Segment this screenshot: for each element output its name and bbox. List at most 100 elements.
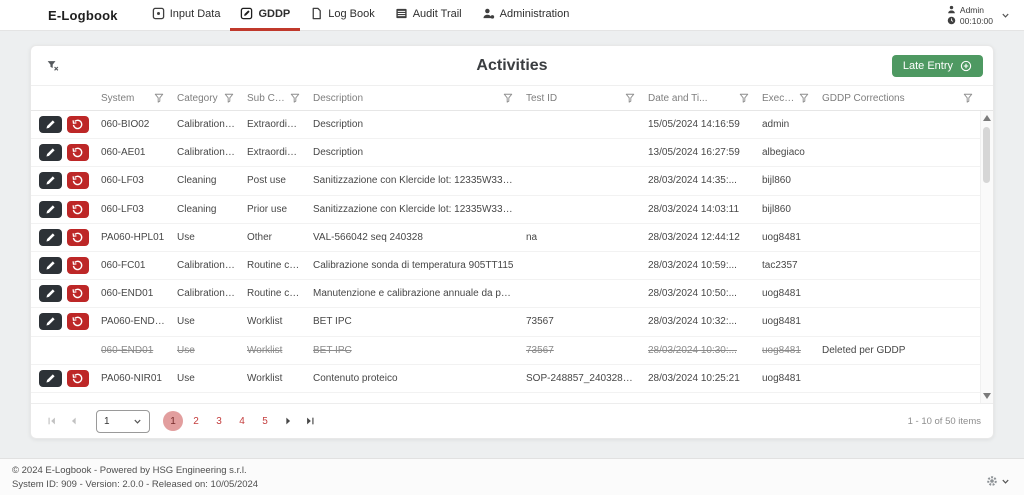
gddp-correction-button[interactable] — [67, 229, 90, 246]
tab-administration[interactable]: Administration — [472, 0, 580, 31]
tab-log-book[interactable]: Log Book — [300, 0, 384, 31]
first-page-button[interactable] — [43, 412, 61, 430]
filter-icon[interactable] — [290, 93, 300, 103]
table-row: 060-LF03CleaningPost useSanitizzazione c… — [31, 167, 980, 195]
page-button-4[interactable]: 4 — [232, 411, 252, 431]
system-cell: PA060-NIR01 — [95, 373, 171, 384]
history-icon — [72, 288, 83, 299]
edit-button[interactable] — [39, 201, 62, 218]
filter-icon[interactable] — [224, 93, 234, 103]
page-button-2[interactable]: 2 — [186, 411, 206, 431]
edit-button[interactable] — [39, 370, 62, 387]
filter-icon[interactable] — [503, 93, 513, 103]
testid-cell: 73567 — [520, 345, 642, 356]
gddp-correction-button[interactable] — [67, 285, 90, 302]
scroll-up-icon[interactable] — [983, 115, 991, 121]
edit-button[interactable] — [39, 144, 62, 161]
tab-input-data[interactable]: Input Data — [142, 0, 231, 31]
column-header-test-id: Test ID — [520, 93, 642, 104]
prev-page-icon — [69, 416, 79, 426]
user-menu[interactable]: Admin 00:10:00 — [947, 5, 1012, 26]
executedby-cell: uog8481 — [756, 373, 816, 384]
scrollbar-thumb[interactable] — [983, 127, 990, 183]
gddp-correction-button[interactable] — [67, 201, 90, 218]
edit-button[interactable] — [39, 172, 62, 189]
edit-button[interactable] — [39, 229, 62, 246]
table-row: 060-FC01Calibration / Tar...Routine cali… — [31, 252, 980, 280]
system-cell: 060-AE01 — [95, 147, 171, 158]
filter-icon[interactable] — [963, 93, 973, 103]
edit-button[interactable] — [39, 313, 62, 330]
scroll-down-icon[interactable] — [983, 393, 991, 399]
table-row: 060-AE01Calibration / Tar...Extraordinar… — [31, 139, 980, 167]
system-cell: 060-FC01 — [95, 260, 171, 271]
filter-icon[interactable] — [799, 93, 809, 103]
description-cell: Description — [307, 147, 520, 158]
late-entry-button[interactable]: Late Entry — [892, 55, 983, 77]
prev-page-button[interactable] — [65, 412, 83, 430]
column-header-category: Category — [171, 93, 241, 104]
row-actions — [31, 370, 95, 387]
table-scrollbar[interactable] — [980, 111, 993, 403]
tab-audit-trail[interactable]: Audit Trail — [385, 0, 472, 31]
pencil-icon — [45, 175, 56, 186]
gddp-correction-button[interactable] — [67, 370, 90, 387]
first-page-icon — [47, 416, 57, 426]
gddp-correction-button[interactable] — [67, 172, 90, 189]
category-cell: Cleaning — [171, 204, 241, 215]
category-cell: Calibration / Tar... — [171, 119, 241, 130]
description-cell: Sanitizzazione con Klercide lot: 12335W3… — [307, 175, 520, 186]
filter-icon[interactable] — [154, 93, 164, 103]
gddp-correction-button[interactable] — [67, 144, 90, 161]
category-cell: Use — [171, 232, 241, 243]
datetime-cell: 28/03/2024 10:25:21 — [642, 373, 756, 384]
tab-gddp[interactable]: GDDP — [230, 0, 300, 31]
gddp-correction-button[interactable] — [67, 313, 90, 330]
tab-label: Administration — [500, 8, 570, 20]
tab-label: Input Data — [170, 8, 221, 20]
subcategory-cell: Other — [241, 232, 307, 243]
category-cell: Calibration / Tar... — [171, 260, 241, 271]
page-button-3[interactable]: 3 — [209, 411, 229, 431]
page-button-5[interactable]: 5 — [255, 411, 275, 431]
description-cell: Manutenzione e calibrazione annuale da p… — [307, 288, 520, 299]
column-label: Executed ... — [762, 93, 795, 104]
next-page-button[interactable] — [279, 412, 297, 430]
table-row: PA060-NIR01UseWorklistContenuto proteico… — [31, 365, 980, 393]
edit-button[interactable] — [39, 285, 62, 302]
next-page-icon — [283, 416, 293, 426]
filter-icon[interactable] — [625, 93, 635, 103]
datetime-cell: 28/03/2024 10:32:... — [642, 316, 756, 327]
gear-caret-icon — [1001, 477, 1010, 486]
clear-filters-button[interactable] — [41, 55, 63, 77]
nav-tabs: Input Data GDDPLog BookAudit Trail Adminis… — [142, 0, 580, 31]
user-name: Admin — [960, 5, 984, 15]
description-cell: BET IPC — [307, 345, 520, 356]
last-page-button[interactable] — [301, 412, 319, 430]
page-select[interactable]: 1 — [96, 410, 150, 433]
edit-button[interactable] — [39, 257, 62, 274]
executedby-cell: bijl860 — [756, 175, 816, 186]
column-header-gddp-corrections: GDDP Corrections — [816, 93, 980, 104]
datetime-cell: 28/03/2024 14:03:11 — [642, 204, 756, 215]
datetime-cell: 28/03/2024 10:30:... — [642, 345, 756, 356]
column-label: System — [101, 93, 134, 104]
pencil-icon — [45, 260, 56, 271]
clock-icon — [947, 16, 956, 25]
edit-button[interactable] — [39, 116, 62, 133]
row-actions — [31, 257, 95, 274]
gddp-correction-button[interactable] — [67, 116, 90, 133]
activities-table: SystemCategorySub Categ...DescriptionTes… — [31, 85, 993, 438]
gddp-correction-button[interactable] — [67, 257, 90, 274]
category-cell: Calibration / Tar... — [171, 147, 241, 158]
chevron-down-icon[interactable] — [1001, 11, 1010, 20]
page-button-1[interactable]: 1 — [163, 411, 183, 431]
filter-icon[interactable] — [739, 93, 749, 103]
footer-line2: System ID: 909 - Version: 2.0.0 - Releas… — [12, 478, 1012, 492]
description-cell: Calibrazione sonda di temperatura 905TT1… — [307, 260, 520, 271]
administration-icon — [482, 7, 495, 20]
app-footer: © 2024 E-Logbook - Powered by HSG Engine… — [0, 458, 1024, 495]
subcategory-cell: Worklist — [241, 316, 307, 327]
category-cell: Cleaning — [171, 175, 241, 186]
settings-menu[interactable] — [986, 475, 1010, 487]
